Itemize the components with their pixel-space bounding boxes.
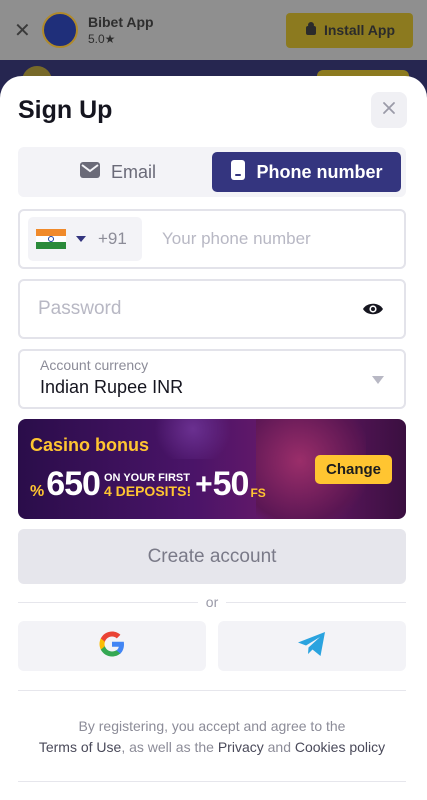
terms-prefix: By registering, you accept and agree to … <box>78 718 346 734</box>
dial-code: +91 <box>98 229 127 248</box>
chevron-down-icon <box>76 236 86 242</box>
bonus-title: Casino bonus <box>30 435 150 455</box>
password-input[interactable] <box>38 293 338 325</box>
bonus-fs-label: FS <box>250 485 266 500</box>
create-account-button[interactable]: Create account <box>18 529 406 584</box>
telegram-signup-button[interactable] <box>218 621 406 671</box>
casino-bonus-banner: Casino bonus % 650 ON YOUR FIRST 4 DEPOS… <box>18 419 406 519</box>
phone-icon <box>230 159 246 186</box>
privacy-link[interactable]: Privacy <box>218 739 264 755</box>
telegram-icon <box>296 630 328 663</box>
terms-text: By registering, you accept and agree to … <box>18 716 406 758</box>
terms-links-line: Terms of Use, as well as the Privacy and… <box>18 737 406 758</box>
google-icon <box>97 629 127 664</box>
bonus-line2: 4 DEPOSITS! <box>103 482 192 499</box>
app-logo <box>42 12 78 48</box>
bonus-deposit-text: ON YOUR FIRST 4 DEPOSITS! <box>104 472 191 498</box>
app-rating: 5.0★ <box>88 32 116 46</box>
banner-close-icon[interactable]: ✕ <box>14 18 34 43</box>
bonus-free-spins: 50 <box>212 465 250 503</box>
currency-select[interactable]: Account currency Indian Rupee INR <box>18 349 406 409</box>
app-install-banner: ✕ Bibet App 5.0★ Install App <box>0 0 427 60</box>
section-divider <box>18 690 406 691</box>
tab-email-label: Email <box>110 161 156 182</box>
close-icon <box>382 101 396 120</box>
bottom-divider <box>18 781 406 782</box>
tab-phone-number[interactable]: Phone number <box>212 152 401 192</box>
tab-email[interactable]: Email <box>23 152 212 192</box>
phone-field: +91 <box>18 209 406 269</box>
terms-and-text: and <box>267 739 291 755</box>
install-app-label: Install App <box>323 22 395 38</box>
terms-of-use-link[interactable]: Terms of Use <box>39 739 121 755</box>
app-info: Bibet App 5.0★ <box>88 14 154 46</box>
signup-method-tabs: Email Phone number <box>18 147 406 197</box>
mail-icon <box>79 161 101 184</box>
change-bonus-button[interactable]: Change <box>314 455 392 484</box>
close-modal-button[interactable] <box>371 92 407 128</box>
chevron-down-icon <box>372 376 384 384</box>
android-icon <box>304 21 318 39</box>
phone-input[interactable] <box>162 223 392 255</box>
bonus-percent-sign: % <box>30 482 45 500</box>
modal-title: Sign Up <box>18 96 113 124</box>
tab-phone-label: Phone number <box>256 161 383 182</box>
google-signup-button[interactable] <box>18 621 206 671</box>
bonus-offer: % 650 ON YOUR FIRST 4 DEPOSITS! + 50 FS <box>30 465 266 504</box>
country-code-selector[interactable]: +91 <box>28 217 142 261</box>
bonus-amount: 650 <box>46 465 101 503</box>
install-app-button[interactable]: Install App <box>285 12 413 48</box>
or-label: or <box>205 594 219 610</box>
or-divider: or <box>18 594 407 610</box>
cookies-policy-link[interactable]: Cookies policy <box>295 739 385 755</box>
eye-icon[interactable] <box>362 301 384 322</box>
signup-modal: Sign Up Email Phone number +91 Your phon… <box>0 76 427 800</box>
password-field <box>18 279 406 339</box>
terms-mid-text: , as well as the <box>121 739 214 755</box>
currency-label: Account currency <box>40 357 149 373</box>
currency-value: Indian Rupee INR <box>40 377 184 397</box>
india-flag-icon <box>36 229 66 250</box>
bonus-plus: + <box>195 467 213 501</box>
app-name: Bibet App <box>88 14 154 30</box>
